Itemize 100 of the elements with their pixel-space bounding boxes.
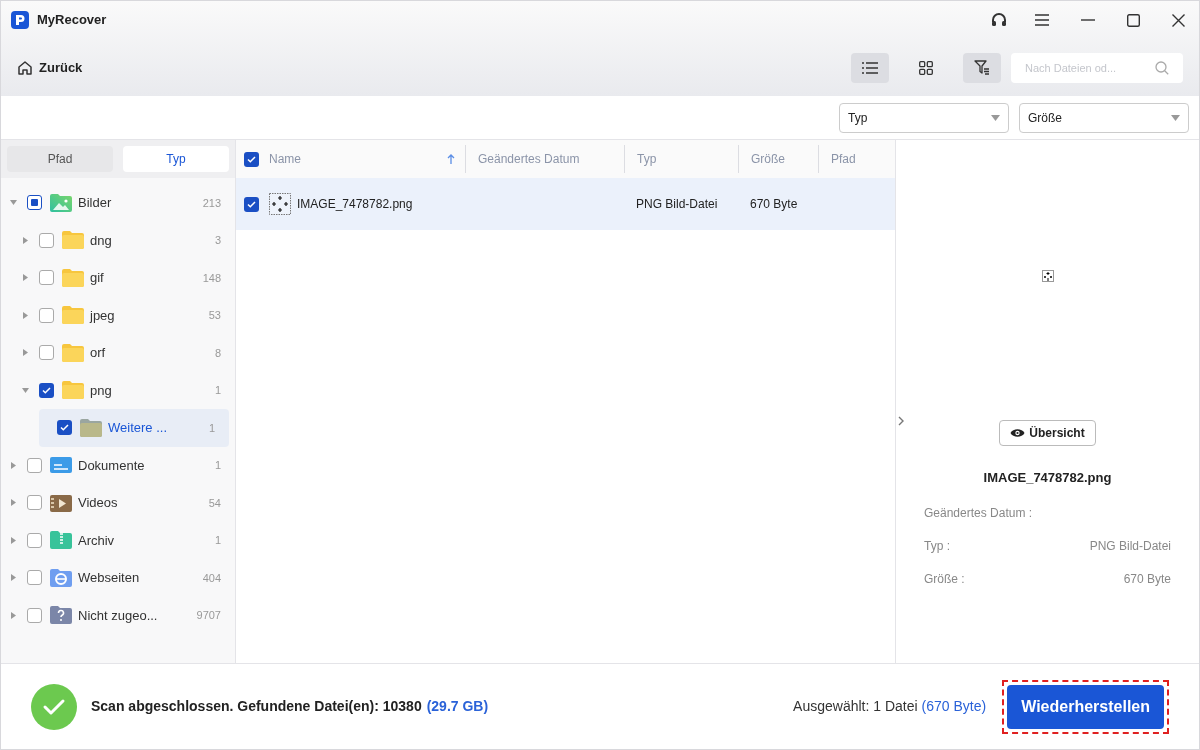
total-size-text: (29.7 GB) <box>426 697 489 716</box>
app-logo-icon <box>11 11 29 29</box>
item-count: 3 <box>214 233 221 248</box>
image-folder-icon <box>50 193 72 212</box>
tree-item[interactable]: Bilder 213 <box>1 184 235 222</box>
image-file-icon <box>269 193 291 215</box>
list-icon <box>862 61 878 74</box>
tree-item[interactable]: Weitere ... 1 <box>39 409 229 447</box>
overview-button[interactable]: Übersicht <box>999 420 1096 446</box>
maximize-icon[interactable] <box>1127 13 1140 27</box>
collapsed-arrow-icon[interactable] <box>10 611 16 619</box>
window-title: MyRecover <box>37 11 107 30</box>
table-row[interactable]: IMAGE_7478782.png PNG Bild-Datei 670 Byte <box>236 178 895 230</box>
success-check-icon <box>31 683 77 730</box>
folder-icon <box>62 381 84 400</box>
expanded-arrow-icon[interactable] <box>9 200 17 206</box>
image-thumbnail-icon <box>1041 270 1054 282</box>
tree-item[interactable]: Nicht zugeo... 9707 <box>1 596 235 634</box>
checkbox[interactable] <box>27 607 42 623</box>
tree-item[interactable]: png 1 <box>1 371 235 409</box>
checkbox[interactable] <box>244 151 259 167</box>
question-folder-icon <box>50 606 72 625</box>
filter-icon <box>974 60 990 75</box>
checkbox[interactable] <box>244 196 259 212</box>
checkbox[interactable] <box>39 232 54 248</box>
search-field[interactable]: Nach Dateien od... <box>1011 52 1183 83</box>
detail-value: 670 Byte <box>1123 571 1171 588</box>
tree-item-label: png <box>90 381 113 400</box>
collapsed-arrow-icon[interactable] <box>22 349 28 357</box>
scan-status-text: Scan abgeschlossen. Gefundene Datei(en): 10380 <box>91 697 422 716</box>
globe-folder-icon <box>50 568 72 587</box>
back-button[interactable]: Zurück <box>17 57 83 78</box>
item-count: 1 <box>214 383 221 398</box>
collapsed-arrow-icon[interactable] <box>10 499 16 507</box>
tree-item-label: Bilder <box>78 194 113 212</box>
recover-button[interactable]: Wiederherstellen <box>1007 684 1164 729</box>
list-view-button[interactable] <box>851 52 889 83</box>
collapsed-arrow-icon[interactable] <box>10 574 16 582</box>
tree-item[interactable]: gif 148 <box>1 259 235 297</box>
sidebar-tab[interactable]: Typ <box>123 146 229 172</box>
collapse-chevron-icon[interactable] <box>898 416 904 426</box>
folder-icon <box>80 418 102 437</box>
tree-item-label: Webseiten <box>78 569 141 587</box>
expanded-arrow-icon[interactable] <box>21 387 29 393</box>
collapsed-arrow-icon[interactable] <box>22 274 28 282</box>
selection-size-text: (670 Byte) <box>921 697 987 716</box>
eye-icon <box>1010 428 1026 438</box>
checkbox[interactable] <box>39 270 54 286</box>
checkbox[interactable] <box>27 532 42 548</box>
tree-item[interactable]: Webseiten 404 <box>1 559 235 597</box>
checkbox[interactable] <box>57 420 72 436</box>
item-count: 8 <box>214 345 221 361</box>
detail-label: Typ : <box>924 538 950 555</box>
checkbox[interactable] <box>27 495 42 511</box>
folder-icon <box>62 343 84 362</box>
item-count: 53 <box>208 308 221 323</box>
checkbox[interactable] <box>39 345 54 361</box>
checkbox[interactable] <box>27 195 42 211</box>
sidebar-tab[interactable]: Pfad <box>7 146 113 172</box>
filter-dropdown[interactable]: Typ <box>839 102 1009 133</box>
item-count: 148 <box>202 270 221 286</box>
item-count: 213 <box>202 195 221 211</box>
tree-item[interactable]: Archiv 1 <box>1 521 235 559</box>
tree-item-label: Nicht zugeo... <box>78 606 159 625</box>
menu-icon[interactable] <box>1035 14 1049 26</box>
grid-icon <box>919 60 933 75</box>
selection-text: Ausgewählt: 1 Datei <box>793 697 918 716</box>
collapsed-arrow-icon[interactable] <box>22 236 28 244</box>
filter-button[interactable] <box>963 52 1001 83</box>
tree-item[interactable]: orf 8 <box>1 334 235 372</box>
checkbox[interactable] <box>39 382 54 398</box>
item-count: 1 <box>214 458 221 473</box>
collapsed-arrow-icon[interactable] <box>10 536 16 544</box>
tree-item[interactable]: Videos 54 <box>1 484 235 522</box>
tree-item-label: dng <box>90 231 113 250</box>
checkbox[interactable] <box>39 307 54 323</box>
checkbox[interactable] <box>27 570 42 586</box>
detail-label: Größe : <box>924 571 965 588</box>
detail-label: Geändertes Datum : <box>924 505 1033 522</box>
item-count: 54 <box>208 495 221 511</box>
tree-item[interactable]: Dokumente 1 <box>1 446 235 484</box>
tree-item-label: Archiv <box>78 531 116 550</box>
item-count: 9707 <box>196 608 221 623</box>
collapsed-arrow-icon[interactable] <box>22 311 28 319</box>
dropdown-caret-icon <box>991 114 1000 121</box>
zip-folder-icon <box>50 531 72 550</box>
close-icon[interactable] <box>1172 13 1185 27</box>
preview-file-name: IMAGE_7478782.png <box>983 469 1112 487</box>
check-mark-icon <box>247 200 256 208</box>
headset-icon[interactable] <box>991 12 1007 28</box>
folder-icon <box>62 231 84 250</box>
filter-dropdown[interactable]: Größe <box>1019 102 1189 133</box>
tree-item-label: Weitere ... <box>108 419 168 437</box>
check-mark-icon <box>42 386 51 394</box>
tree-item[interactable]: dng 3 <box>1 221 235 259</box>
tree-item[interactable]: jpeg 53 <box>1 296 235 334</box>
tree-item-label: orf <box>90 344 107 362</box>
file-type: PNG Bild-Datei <box>636 197 718 211</box>
checkbox[interactable] <box>27 457 42 473</box>
collapsed-arrow-icon[interactable] <box>10 461 16 469</box>
